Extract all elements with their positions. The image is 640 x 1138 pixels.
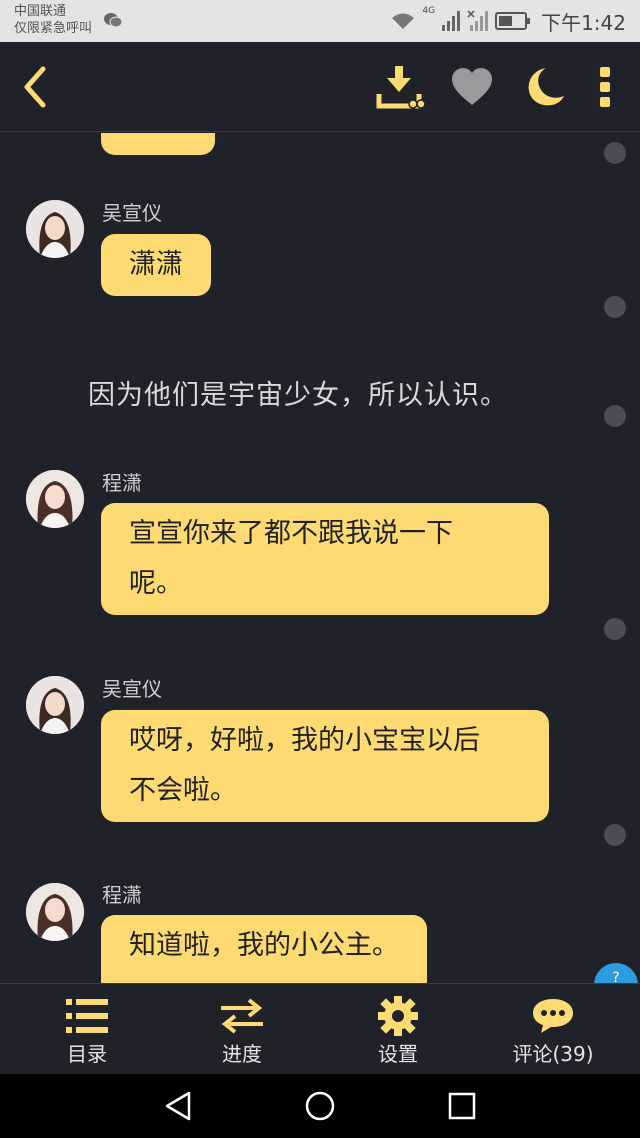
clock: 下午1:42 [541,10,626,35]
avatar[interactable] [26,470,84,528]
sender-name: 程潇 [102,883,142,907]
favorite-button[interactable] [444,42,500,132]
wechat-icon [104,13,123,28]
floating-help-button[interactable]: ? [594,963,638,983]
signal-icon [442,11,461,31]
download-icon [376,66,425,109]
scroll-dot [604,618,626,640]
home-circle-icon [305,1091,335,1121]
nav-progress[interactable]: 进度 [162,984,322,1075]
wifi-icon [392,13,415,29]
avatar[interactable] [26,200,84,258]
back-triangle-icon [165,1091,191,1121]
message-line: 哎呀，好啦，我的小宝宝以后 [129,725,480,756]
reader-toolbar [0,42,640,132]
message-line: 不会啦。 [129,775,237,806]
narration-text: 因为他们是宇宙少女，所以认识。 [88,380,508,411]
sender-name: 吴宣仪 [102,201,162,225]
system-back-button[interactable] [138,1074,218,1138]
more-options-button[interactable] [588,42,622,132]
swap-arrows-icon [221,998,263,1034]
partial-message-bubble [101,133,215,155]
nav-label: 评论(39) [512,1042,594,1066]
sender-name: 吴宣仪 [102,677,162,701]
carrier-info: 中国联通 仅限紧急呼叫 [14,3,92,37]
avatar[interactable] [26,883,84,941]
nav-label: 设置 [378,1042,418,1066]
night-mode-button[interactable] [516,42,572,132]
system-navigation-bar [0,1074,640,1138]
battery-icon [495,12,531,30]
gear-icon [378,996,418,1036]
message-line: 呢。 [129,568,183,599]
message-bubble: 潇潇 [101,234,211,296]
night-mode-moon-icon [528,68,564,106]
nav-catalog[interactable]: 目录 [7,984,167,1075]
comment-bubble-icon [533,999,573,1033]
back-button[interactable] [10,42,60,132]
chat-area[interactable]: 吴宣仪 潇潇 因为他们是宇宙少女，所以认识。 程潇 宣宣你来了都不跟我说一下 呢… [0,133,640,983]
scroll-dot [604,824,626,846]
carrier-name: 中国联通 [14,4,67,19]
network-type-label: 4G [422,6,436,16]
nav-label: 进度 [222,1042,262,1066]
status-bar: 中国联通 仅限紧急呼叫 4G 下午1:42 [0,0,640,42]
recents-square-icon [448,1092,476,1120]
nav-settings[interactable]: 设置 [318,984,478,1075]
system-recents-button[interactable] [422,1074,502,1138]
message-line: 宣宣你来了都不跟我说一下 [129,518,453,549]
more-vertical-icon [600,67,610,107]
nav-label: 目录 [67,1042,107,1066]
avatar[interactable] [26,676,84,734]
message-bubble: 宣宣你来了都不跟我说一下 呢。 [101,503,549,615]
sender-name: 程潇 [102,471,142,495]
reader-screen: 中国联通 仅限紧急呼叫 4G 下午1:42 吴宣仪 潇潇 因为他们是宇宙少女，所… [0,0,640,1138]
heart-icon [452,68,492,105]
bottom-navigation: 目录 进度 设置 评论(39) [0,983,640,1074]
scroll-dot [604,405,626,427]
message-bubble: 哎呀，好啦，我的小宝宝以后 不会啦。 [101,710,549,822]
back-arrow-icon [24,66,46,108]
system-home-button[interactable] [280,1074,360,1138]
no-signal-icon [467,10,489,31]
message-bubble: 知道啦，我的小公主。 [101,915,427,983]
scroll-dot [604,142,626,164]
nav-comments[interactable]: 评论(39) [473,984,633,1075]
emergency-only-text: 仅限紧急呼叫 [14,21,93,36]
download-button[interactable] [372,42,428,132]
scroll-dot [604,296,626,318]
list-icon [66,999,108,1033]
status-right: 4G 下午1:42 [390,6,626,35]
